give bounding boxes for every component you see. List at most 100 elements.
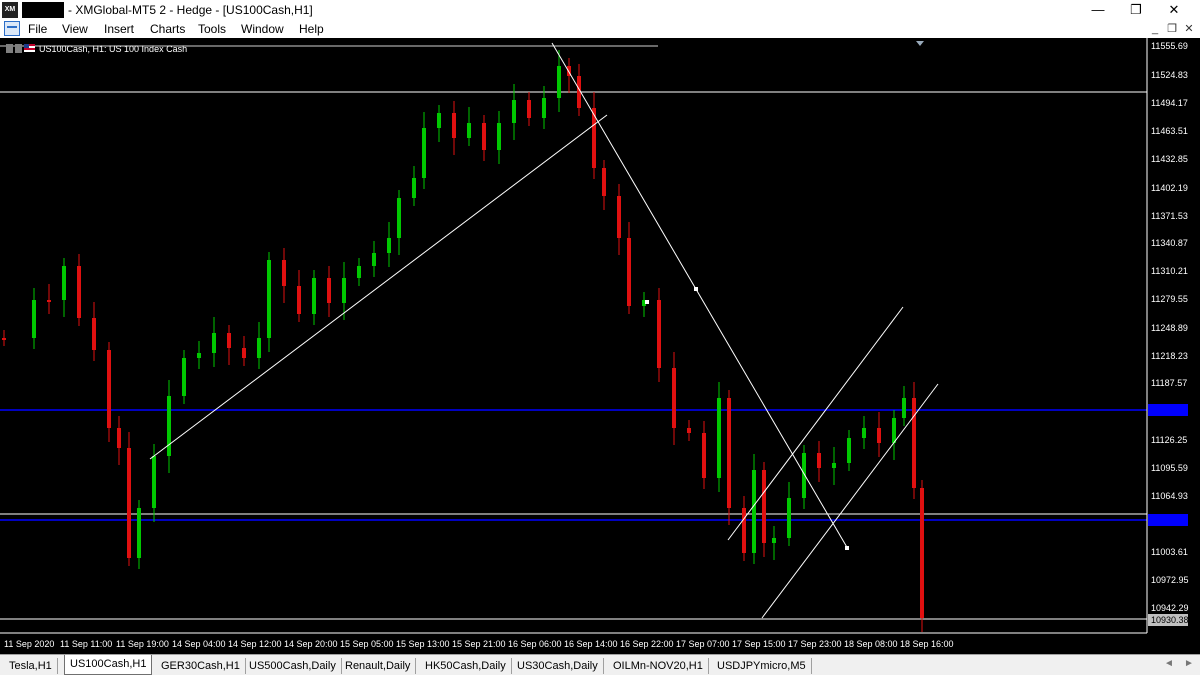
close-button[interactable]: ✕ (1152, 0, 1196, 20)
trade-panel-icon[interactable] (15, 44, 22, 53)
candle-body (387, 238, 391, 253)
time-tick-label: 14 Sep 12:00 (228, 639, 282, 649)
tab-oilmn[interactable]: OILMn-NOV20,H1 (608, 658, 709, 674)
chart-shift-marker-icon[interactable] (916, 41, 924, 46)
menu-view[interactable]: View (62, 22, 88, 36)
price-tick-label: 11064.93 (1151, 491, 1188, 501)
candle-body (877, 428, 881, 443)
price-tick-label: 11279.55 (1151, 294, 1188, 304)
time-tick-label: 18 Sep 08:00 (844, 639, 898, 649)
candle-body (127, 448, 131, 558)
uptrend-line[interactable] (149, 114, 608, 460)
time-tick-label: 17 Sep 15:00 (732, 639, 786, 649)
tabs-scroll-right-icon[interactable]: ► (1184, 658, 1194, 669)
candle-body (742, 508, 746, 553)
price-tick-label: 11371.53 (1151, 211, 1188, 221)
price-tick-label: 11126.25 (1151, 435, 1187, 445)
candle-body (832, 463, 836, 468)
candle-body (497, 123, 501, 150)
price-tick-label: 11524.83 (1151, 70, 1188, 80)
candle-body (282, 260, 286, 286)
price-tick-label: 10942.29 (1151, 603, 1189, 613)
title-bar: XM - XMGlobal-MT5 2 - Hedge - [US100Cash… (0, 0, 1200, 20)
blue-price-label: 11157.73 (1151, 405, 1187, 415)
price-tick-label: 10972.95 (1151, 575, 1189, 585)
mdi-close-button[interactable]: ✕ (1182, 20, 1196, 38)
chart-header-label: US100Cash, H1: US 100 Index Cash (39, 44, 187, 54)
menu-help[interactable]: Help (299, 22, 324, 36)
candle-body (542, 98, 546, 118)
mdi-minimize-button[interactable]: _ (1148, 20, 1162, 38)
candle-body (627, 238, 631, 306)
chart-config-icon[interactable] (6, 44, 13, 53)
price-tick-label: 11463.51 (1151, 126, 1188, 136)
candle-body (167, 396, 171, 456)
candle-body (422, 128, 426, 178)
menu-tools[interactable]: Tools (198, 22, 226, 36)
price-tick-label: 11218.23 (1151, 351, 1188, 361)
candle-body (452, 113, 456, 138)
candle-body (117, 428, 121, 448)
chart-tab-bar: Tesla,H1 US100Cash,H1 GER30Cash,H1 US500… (0, 654, 1200, 675)
price-tick-label: 11187.57 (1151, 378, 1187, 388)
candle-body (312, 278, 316, 314)
price-tick-label: 11248.89 (1151, 323, 1188, 333)
downtrend-line[interactable] (551, 42, 849, 550)
candle-body (47, 300, 51, 302)
menu-window[interactable]: Window (241, 22, 284, 36)
candle-body (557, 66, 561, 98)
candle-body (297, 286, 301, 314)
time-tick-label: 18 Sep 16:00 (900, 639, 954, 649)
candle-body (772, 538, 776, 543)
trendline-handle[interactable] (694, 287, 698, 291)
time-tick-label: 11 Sep 11:00 (60, 639, 112, 649)
price-tick-label: 11340.87 (1151, 238, 1188, 248)
candle-body (327, 278, 331, 303)
tab-renault[interactable]: Renault,Daily (340, 658, 417, 674)
price-tick-label: 11003.61 (1151, 547, 1188, 557)
tab-us100cash[interactable]: US100Cash,H1 (64, 655, 153, 675)
menu-file[interactable]: File (28, 22, 47, 36)
tab-tesla[interactable]: Tesla,H1 (4, 658, 58, 674)
object-marker[interactable] (645, 300, 649, 304)
tab-hk50cash[interactable]: HK50Cash,Daily (420, 658, 512, 674)
candle-body (397, 198, 401, 238)
candle-body (672, 368, 676, 428)
current-price-label: 10930.38 (1151, 615, 1189, 625)
tabs-scroll-left-icon[interactable]: ◄ (1164, 658, 1174, 669)
tab-ger30cash[interactable]: GER30Cash,H1 (156, 658, 246, 674)
channel-upper-line[interactable] (727, 306, 904, 541)
candle-body (727, 398, 731, 508)
chart-canvas[interactable]: 11555.69 11524.83 11494.17 11463.51 1143… (0, 38, 1200, 654)
redacted-account (22, 2, 64, 18)
tab-us30cash[interactable]: US30Cash,Daily (512, 658, 604, 674)
candle-body (227, 333, 231, 348)
candle-body (512, 100, 516, 123)
candle-body (617, 196, 621, 238)
price-tick-label: 11494.17 (1151, 98, 1188, 108)
chart-area[interactable]: 11555.69 11524.83 11494.17 11463.51 1143… (0, 38, 1200, 654)
price-tick-label: 11402.19 (1151, 183, 1188, 193)
candle-body (242, 348, 246, 358)
menu-charts[interactable]: Charts (150, 22, 185, 36)
trendline-handle[interactable] (845, 546, 849, 550)
candle-body (357, 266, 361, 278)
candle-body (32, 300, 36, 338)
candle-body (902, 398, 906, 418)
mdi-restore-button[interactable]: ❐ (1165, 20, 1179, 38)
candle-body (412, 178, 416, 198)
candle-body (137, 508, 141, 558)
time-tick-label: 14 Sep 04:00 (172, 639, 226, 649)
tab-us500cash[interactable]: US500Cash,Daily (244, 658, 342, 674)
candle-body (892, 418, 896, 443)
menu-insert[interactable]: Insert (104, 22, 134, 36)
candle-body (817, 453, 821, 468)
chart-window-icon[interactable] (4, 21, 20, 36)
candle-body (912, 398, 916, 488)
candle-body (527, 100, 531, 118)
candle-body (762, 470, 766, 543)
candle-body (657, 300, 661, 368)
tab-usdjpymicro[interactable]: USDJPYmicro,M5 (712, 658, 812, 674)
candle-body (752, 470, 756, 553)
time-tick-label: 16 Sep 22:00 (620, 639, 674, 649)
